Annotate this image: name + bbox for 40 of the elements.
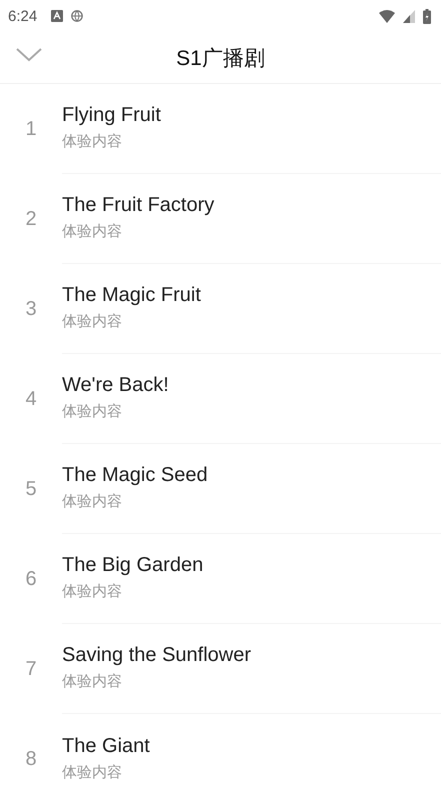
episode-item[interactable]: 7 Saving the Sunflower 体验内容	[0, 624, 441, 714]
episode-subtitle: 体验内容	[62, 582, 123, 601]
episode-number: 7	[24, 656, 38, 682]
episode-title: The Giant	[62, 734, 151, 758]
episode-subtitle: 体验内容	[62, 672, 123, 691]
episode-item[interactable]: 5 The Magic Seed 体验内容	[0, 444, 441, 534]
episode-title: The Fruit Factory	[62, 194, 216, 217]
episode-item[interactable]: 3 The Magic Fruit 体验内容	[0, 264, 441, 354]
episode-number: 6	[24, 566, 38, 592]
globe-icon	[71, 10, 84, 22]
episode-number: 4	[24, 386, 38, 412]
chevron-down-icon	[16, 48, 42, 62]
episode-title: The Magic Seed	[62, 464, 209, 487]
keyboard-letter-icon	[51, 10, 64, 22]
episode-title: We're Back!	[62, 374, 170, 397]
episode-title: The Magic Fruit	[62, 284, 202, 307]
page-title: S1广播剧	[176, 46, 265, 72]
episode-title: The Big Garden	[62, 554, 204, 577]
signal-icon	[403, 10, 415, 22]
episode-number: 1	[24, 116, 38, 142]
episode-number: 8	[24, 746, 38, 772]
wifi-icon	[379, 10, 395, 22]
episode-subtitle: 体验内容	[62, 312, 123, 331]
episode-number: 5	[24, 476, 38, 502]
episode-item[interactable]: 4 We're Back! 体验内容	[0, 354, 441, 444]
episode-subtitle: 体验内容	[62, 402, 123, 421]
status-time: 6:24	[8, 8, 38, 24]
episode-subtitle: 体验内容	[62, 222, 123, 241]
episode-item[interactable]: 1 Flying Fruit 体验内容	[0, 84, 441, 174]
episode-item[interactable]: 6 The Big Garden 体验内容	[0, 534, 441, 624]
episode-title: Flying Fruit	[62, 104, 162, 127]
episode-subtitle: 体验内容	[62, 132, 123, 151]
episode-number: 3	[24, 296, 38, 322]
episode-subtitle: 体验内容	[62, 762, 123, 782]
episode-number: 2	[24, 206, 38, 232]
episode-item[interactable]: 2 The Fruit Factory 体验内容	[0, 174, 441, 264]
episode-item[interactable]: 8 The Giant 体验内容	[0, 714, 441, 785]
episode-subtitle: 体验内容	[62, 492, 123, 511]
episode-title: Saving the Sunflower	[62, 644, 252, 667]
battery-icon	[423, 8, 431, 24]
